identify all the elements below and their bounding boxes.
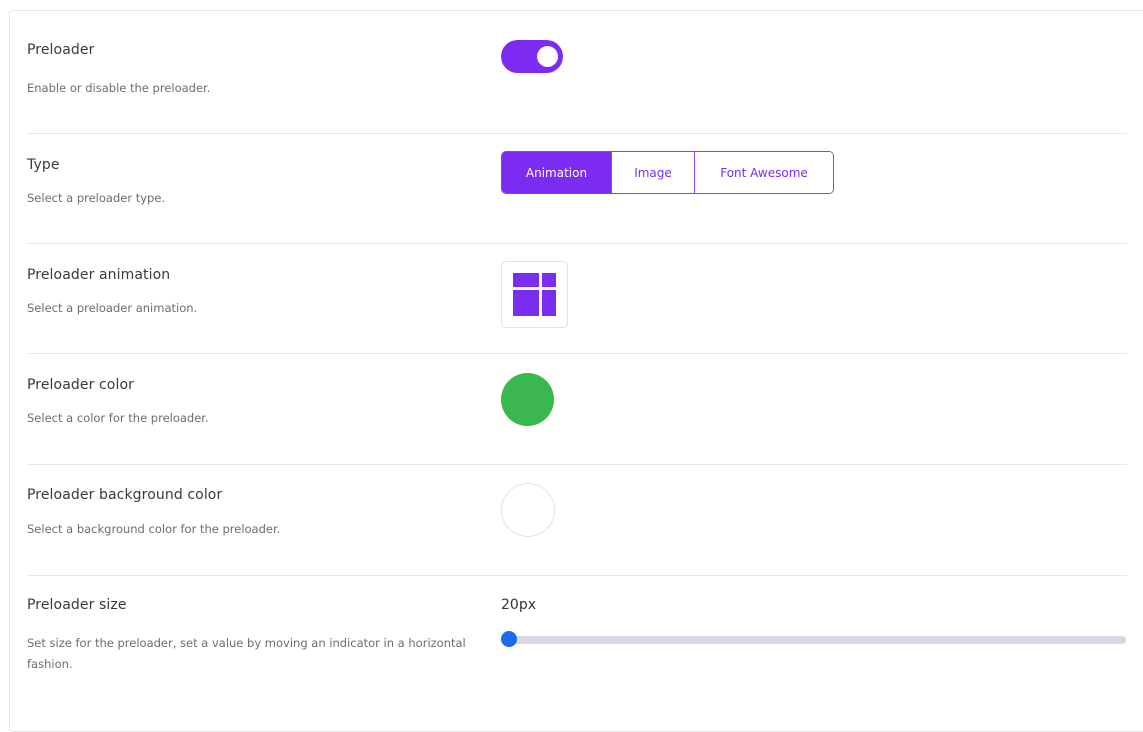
type-label: Type bbox=[27, 157, 60, 173]
preloader-row: Preloader Enable or disable the preloade… bbox=[27, 10, 1127, 134]
type-option-animation[interactable]: Animation bbox=[502, 152, 611, 193]
preloader-toggle-wrap bbox=[501, 40, 563, 73]
type-description: Select a preloader type. bbox=[27, 191, 166, 205]
color-label: Preloader color bbox=[27, 377, 134, 393]
animation-description: Select a preloader animation. bbox=[27, 301, 198, 315]
animation-picker[interactable] bbox=[501, 261, 568, 328]
preloader-background-swatch[interactable] bbox=[501, 483, 555, 537]
type-option-font-awesome[interactable]: Font Awesome bbox=[694, 152, 833, 193]
size-value: 20px bbox=[501, 597, 536, 613]
preloader-description: Enable or disable the preloader. bbox=[27, 81, 211, 95]
preloader-toggle[interactable] bbox=[501, 40, 563, 73]
background-description: Select a background color for the preloa… bbox=[27, 522, 281, 536]
size-slider-thumb[interactable] bbox=[501, 631, 517, 647]
type-row: Type Select a preloader type. Animation … bbox=[27, 133, 1127, 244]
background-label: Preloader background color bbox=[27, 487, 223, 503]
preloader-color-swatch[interactable] bbox=[501, 373, 554, 426]
preloader-label: Preloader bbox=[27, 42, 95, 58]
animation-row: Preloader animation Select a preloader a… bbox=[27, 243, 1127, 354]
color-description: Select a color for the preloader. bbox=[27, 411, 209, 425]
type-segmented-control: Animation Image Font Awesome bbox=[501, 151, 834, 194]
size-slider-track[interactable] bbox=[501, 631, 1126, 647]
toggle-knob bbox=[537, 46, 558, 67]
animation-label: Preloader animation bbox=[27, 267, 171, 283]
size-label: Preloader size bbox=[27, 597, 127, 613]
size-description: Set size for the preloader, set a value … bbox=[27, 636, 466, 671]
type-option-image[interactable]: Image bbox=[611, 152, 694, 193]
size-row: Preloader size Set size for the preloade… bbox=[27, 575, 1127, 715]
color-row: Preloader color Select a color for the p… bbox=[27, 353, 1127, 465]
background-row: Preloader background color Select a back… bbox=[27, 464, 1127, 576]
